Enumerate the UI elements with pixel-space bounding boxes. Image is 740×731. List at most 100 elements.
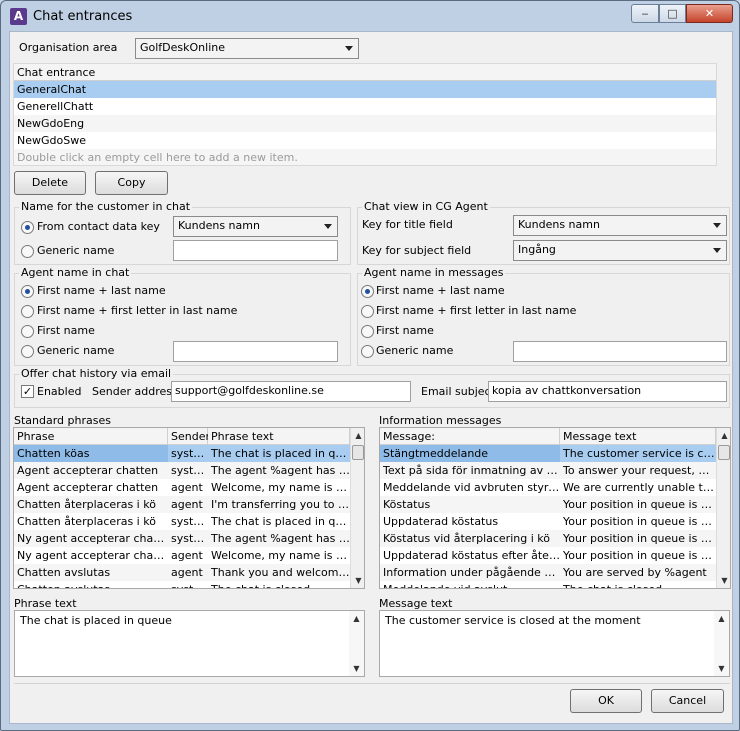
chat-entrance-list[interactable]: Chat entrance GeneralChat GenerellChatt … bbox=[13, 63, 717, 166]
table-cell: To answer your request, ple... bbox=[563, 464, 716, 477]
table-row[interactable]: Chatten återplaceras i kö agent I'm transf… bbox=[14, 496, 350, 513]
table-row[interactable]: Chatten avslutas agent Thank you and welco… bbox=[14, 564, 350, 581]
list-item[interactable]: NewGdoSwe bbox=[14, 132, 716, 149]
window-title: Chat entrances bbox=[33, 9, 133, 24]
table-row[interactable]: Agent accepterar chatten agent Welcome, my… bbox=[14, 479, 350, 496]
scroll-up-icon[interactable]: ▲ bbox=[351, 428, 364, 443]
table-cell: You are served by %agent bbox=[563, 566, 707, 579]
scroll-thumb[interactable] bbox=[352, 445, 364, 460]
history-enabled-checkbox[interactable]: ✓ bbox=[21, 385, 34, 398]
table-cell: Stängtmeddelande bbox=[380, 445, 560, 462]
list-item[interactable]: NewGdoEng bbox=[14, 115, 716, 132]
table-cell: system bbox=[168, 445, 208, 462]
table-row[interactable]: Meddelande vid avbruten styrning We are c… bbox=[380, 479, 716, 496]
table-cell: Welcome, my name is %a... bbox=[211, 549, 350, 562]
table-row[interactable]: Stängtmeddelande The customer service is … bbox=[380, 445, 716, 462]
table-cell: Ny agent accepterar chatte... bbox=[17, 549, 168, 562]
info-scrollbar[interactable]: ▲ ▼ bbox=[716, 428, 730, 588]
table-cell: The chat is placed in queue bbox=[208, 445, 350, 462]
radio-generic-name[interactable] bbox=[21, 245, 34, 258]
table-cell: The chat is closed bbox=[208, 581, 350, 588]
subject-field-label: Key for subject field bbox=[362, 244, 472, 257]
phrase-text-label: Phrase text bbox=[14, 597, 77, 610]
chevron-down-icon bbox=[713, 223, 721, 228]
table-cell: The agent %agent has en... bbox=[211, 464, 350, 477]
cancel-button[interactable]: Cancel bbox=[651, 689, 724, 713]
add-item-placeholder[interactable]: Double click an empty cell here to add a… bbox=[14, 149, 716, 165]
message-text-column-header[interactable]: Message text bbox=[560, 428, 716, 445]
agent-msg-radio-generic[interactable] bbox=[361, 345, 374, 358]
radio-from-contact-key-label: From contact data key bbox=[37, 220, 160, 233]
table-cell: Uppdaterad köstatus bbox=[383, 515, 499, 528]
minimize-button[interactable]: ‒ bbox=[631, 4, 659, 23]
scroll-up-icon[interactable]: ▲ bbox=[714, 611, 729, 626]
list-item[interactable]: GenerellChatt bbox=[14, 98, 716, 115]
chat-entrance-header[interactable]: Chat entrance bbox=[14, 64, 716, 81]
agent-chat-radio-firstname[interactable] bbox=[21, 325, 34, 338]
message-text-scrollbar[interactable]: ▲ ▼ bbox=[714, 611, 729, 676]
ok-button[interactable]: OK bbox=[570, 689, 642, 713]
list-item[interactable]: GeneralChat bbox=[14, 81, 716, 98]
table-row[interactable]: Information under pågående chatt You are … bbox=[380, 564, 716, 581]
subject-field-select[interactable]: Ingång bbox=[513, 240, 727, 261]
title-field-select[interactable]: Kundens namn bbox=[513, 215, 727, 236]
scroll-thumb[interactable] bbox=[718, 445, 730, 460]
table-row[interactable]: Köstatus Your position in queue is %p... bbox=[380, 496, 716, 513]
agent-msg-radio-fullname[interactable] bbox=[361, 285, 374, 298]
delete-button[interactable]: Delete bbox=[14, 171, 86, 195]
table-row[interactable]: Köstatus vid återplacering i kö Your posi… bbox=[380, 530, 716, 547]
message-text-area[interactable]: The customer service is closed at the mo… bbox=[379, 610, 730, 677]
scroll-up-icon[interactable]: ▲ bbox=[717, 428, 730, 443]
scroll-down-icon[interactable]: ▼ bbox=[351, 573, 364, 588]
table-cell: Chatten återplaceras i kö bbox=[17, 498, 156, 511]
table-row[interactable]: Agent accepterar chatten system The agent … bbox=[14, 462, 350, 479]
sender-address-input[interactable]: support@golfdeskonline.se bbox=[171, 381, 411, 402]
agent-chat-radio-generic[interactable] bbox=[21, 345, 34, 358]
customer-generic-name-input[interactable] bbox=[173, 240, 338, 261]
scroll-down-icon[interactable]: ▼ bbox=[714, 661, 729, 676]
contact-key-select[interactable]: Kundens namn bbox=[173, 216, 338, 237]
agent-msg-radio-firstname[interactable] bbox=[361, 325, 374, 338]
information-messages-table[interactable]: Message: Message text ▲ ▼ Stängtmeddelan… bbox=[379, 427, 731, 589]
sender-address-label: Sender address bbox=[92, 385, 178, 398]
agent-msg-radio-generic-label: Generic name bbox=[376, 344, 454, 357]
scroll-down-icon[interactable]: ▼ bbox=[349, 661, 364, 676]
scroll-up-icon[interactable]: ▲ bbox=[349, 611, 364, 626]
close-button[interactable]: ✕ bbox=[686, 4, 733, 23]
table-row[interactable]: Chatten avslutassystemThe chat is closed bbox=[14, 581, 350, 588]
phrase-text-column-header[interactable]: Phrase text bbox=[208, 428, 350, 445]
agent-chat-radio-first-letter[interactable] bbox=[21, 305, 34, 318]
agent-msg-generic-input[interactable] bbox=[513, 341, 727, 362]
phrase-text-scrollbar[interactable]: ▲ ▼ bbox=[349, 611, 364, 676]
scroll-down-icon[interactable]: ▼ bbox=[717, 573, 730, 588]
sender-column-header[interactable]: Sender bbox=[168, 428, 210, 445]
table-row[interactable]: Chatten återplaceras i kö system The chat … bbox=[14, 513, 350, 530]
table-row[interactable]: Text på sida för inmatning av upp... To a… bbox=[380, 462, 716, 479]
table-row[interactable]: Uppdaterad köstatus efter återpl... Your … bbox=[380, 547, 716, 564]
table-row[interactable]: Ny agent accepterar chatten system The age… bbox=[14, 530, 350, 547]
table-row[interactable]: Chatten köas system The chat is placed in … bbox=[14, 445, 350, 462]
radio-from-contact-key[interactable] bbox=[21, 221, 34, 234]
standard-phrases-table[interactable]: Phrase Sender Phrase text ▲ ▼ Chatten kö… bbox=[13, 427, 365, 589]
phrase-text-area[interactable]: The chat is placed in queue ▲ ▼ bbox=[14, 610, 365, 677]
app-logo-icon: A bbox=[10, 8, 27, 25]
standard-phrases-title: Standard phrases bbox=[14, 414, 111, 427]
phrases-scrollbar[interactable]: ▲ ▼ bbox=[350, 428, 364, 588]
table-row[interactable]: Meddelande vid avslutThe chat is closed bbox=[380, 581, 716, 588]
agent-msg-radio-first-letter[interactable] bbox=[361, 305, 374, 318]
org-area-select[interactable]: GolfDeskOnline bbox=[135, 38, 359, 59]
copy-button[interactable]: Copy bbox=[95, 171, 168, 195]
table-cell: agent bbox=[171, 549, 203, 562]
table-row[interactable]: Uppdaterad köstatus Your position in queu… bbox=[380, 513, 716, 530]
table-cell: Welcome, my name is %a... bbox=[211, 481, 350, 494]
message-column-header[interactable]: Message: bbox=[380, 428, 560, 445]
agent-chat-radio-fullname[interactable] bbox=[21, 285, 34, 298]
maximize-button[interactable]: □ bbox=[659, 4, 686, 23]
agent-chat-generic-input[interactable] bbox=[173, 341, 338, 362]
email-subject-input[interactable]: kopia av chattkonversation bbox=[488, 381, 727, 402]
table-cell: system bbox=[168, 581, 208, 588]
contact-key-value: Kundens namn bbox=[178, 219, 260, 232]
table-cell: Thank you and welcome b... bbox=[211, 566, 350, 579]
phrase-column-header[interactable]: Phrase bbox=[14, 428, 168, 445]
table-row[interactable]: Ny agent accepterar chatte... agent Welcom… bbox=[14, 547, 350, 564]
